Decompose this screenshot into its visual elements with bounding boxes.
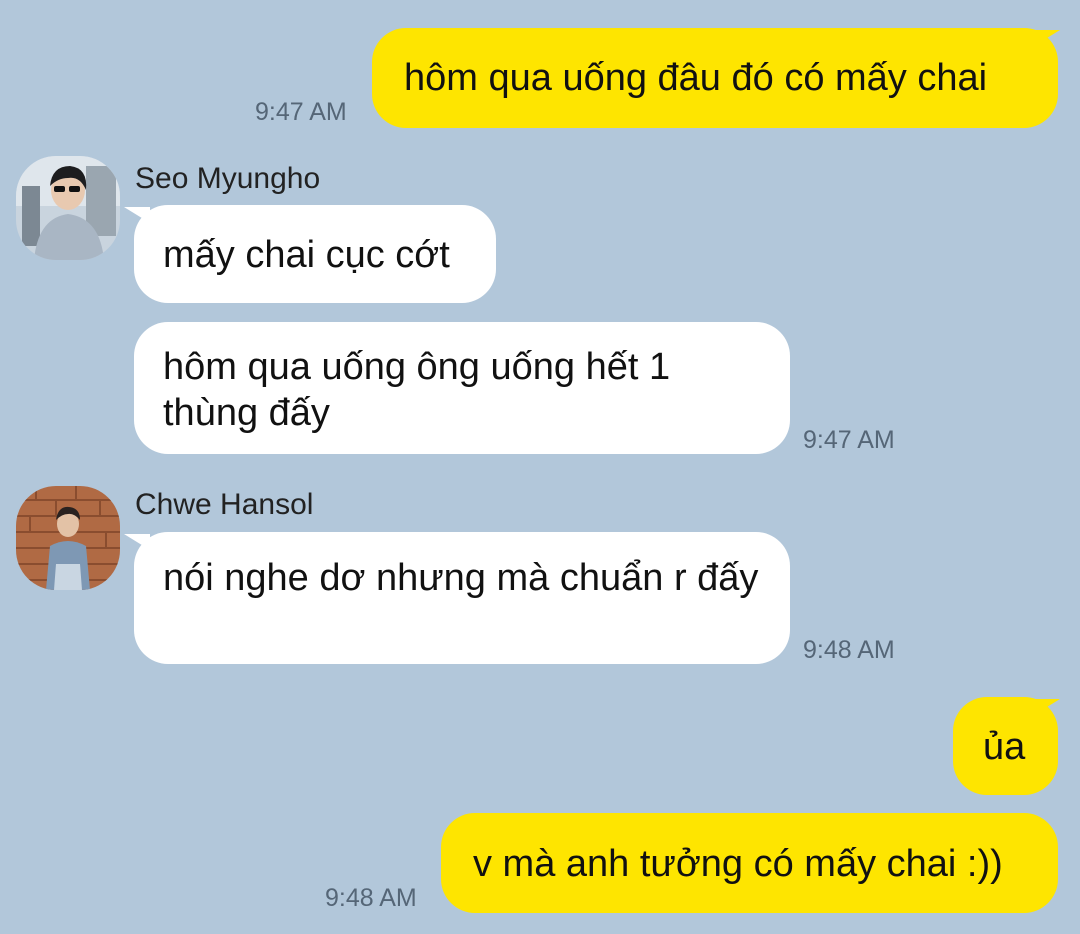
avatar-image bbox=[16, 486, 120, 590]
message-timestamp: 9:47 AM bbox=[803, 426, 895, 454]
avatar-chwe-hansol[interactable] bbox=[16, 486, 120, 590]
sent-message-bubble[interactable]: ủa bbox=[953, 697, 1058, 795]
message-text: hôm qua uống ông uống hết 1 thùng đấy bbox=[163, 346, 671, 434]
message-timestamp: 9:48 AM bbox=[325, 884, 417, 912]
sent-message-bubble[interactable]: hôm qua uống đâu đó có mấy chai bbox=[372, 28, 1058, 128]
sender-name: Chwe Hansol bbox=[135, 488, 314, 521]
received-message-bubble[interactable]: mấy chai cục cớt bbox=[134, 205, 496, 303]
message-text: nói nghe dơ nhưng mà chuẩn r đấy bbox=[163, 557, 759, 599]
message-text: ủa bbox=[983, 726, 1026, 768]
sent-message-bubble[interactable]: v mà anh tưởng có mấy chai :)) bbox=[441, 813, 1058, 913]
message-text: v mà anh tưởng có mấy chai :)) bbox=[473, 843, 1003, 885]
message-timestamp: 9:47 AM bbox=[255, 98, 347, 126]
message-timestamp: 9:48 AM bbox=[803, 636, 895, 664]
chat-area[interactable]: hôm qua uống đâu đó có mấy chai 9:47 AM … bbox=[0, 0, 1080, 934]
message-text: hôm qua uống đâu đó có mấy chai bbox=[404, 57, 988, 99]
received-message-bubble[interactable]: hôm qua uống ông uống hết 1 thùng đấy bbox=[134, 322, 790, 454]
sender-name: Seo Myungho bbox=[135, 162, 321, 195]
avatar-seo-myungho[interactable] bbox=[16, 156, 120, 260]
received-message-bubble[interactable]: nói nghe dơ nhưng mà chuẩn r đấy bbox=[134, 532, 790, 664]
avatar-image bbox=[16, 156, 120, 260]
message-text: mấy chai cục cớt bbox=[163, 234, 450, 276]
